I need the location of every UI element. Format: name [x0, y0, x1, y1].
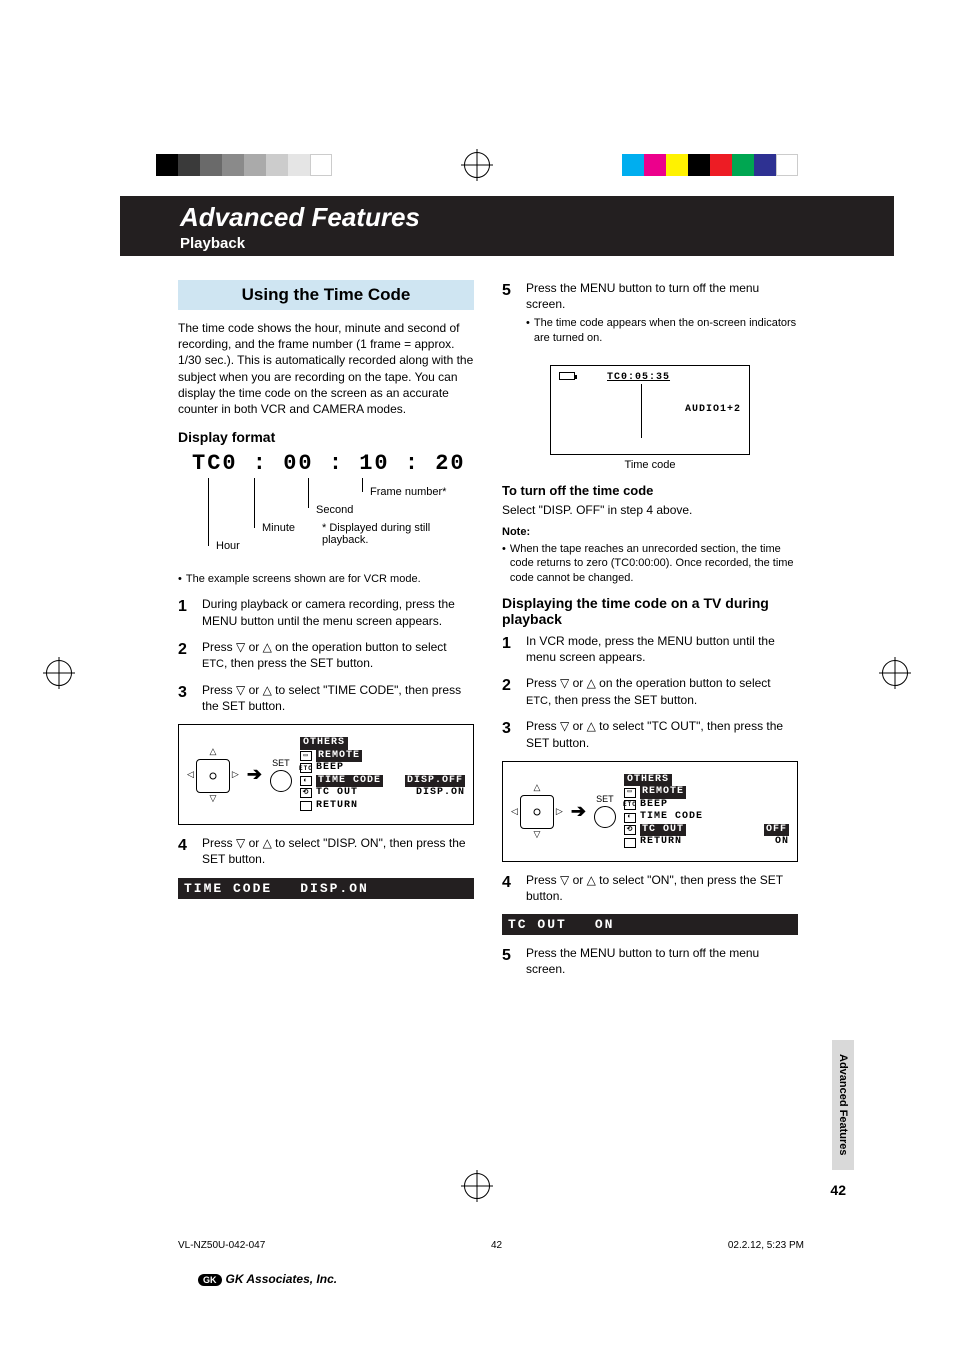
example-note: The example screens shown are for VCR mo… — [178, 572, 474, 586]
registration-mark — [464, 1173, 490, 1199]
chapter-subtitle: Playback — [180, 235, 894, 252]
step-text: Press ▽ or △ on the operation button to … — [526, 675, 798, 708]
result-strip-right: TC OUTON — [502, 914, 798, 935]
right-steps-top: 5 Press the MENU button to turn off the … — [502, 280, 798, 355]
set-button-icon: SET — [270, 758, 292, 792]
note-text: When the tape reaches an unrecorded sect… — [502, 542, 798, 585]
joypad-icon: △ ◁▷ ▽ — [511, 782, 563, 840]
step-text: Press ▽ or △ to select "ON", then press … — [526, 872, 798, 904]
screen-caption: Time code — [502, 459, 798, 471]
left-column: Using the Time Code The time code shows … — [178, 280, 474, 988]
step-text: Press ▽ or △ to select "DISP. ON", then … — [202, 835, 474, 867]
footer-page: 42 — [491, 1240, 502, 1251]
registration-mark — [464, 152, 490, 178]
arrow-icon: ➔ — [571, 801, 586, 822]
turn-off-heading: To turn off the time code — [502, 483, 798, 498]
note-heading: Note: — [502, 526, 798, 538]
screen-timecode: TC0:05:35 — [607, 372, 670, 383]
tv-heading: Displaying the time code on a TV during … — [502, 595, 798, 627]
page-number: 42 — [830, 1182, 846, 1198]
color-bar — [156, 154, 332, 176]
joypad-icon: △ ◁▷ ▽ — [187, 746, 239, 804]
right-steps-b: 1In VCR mode, press the MENU button unti… — [502, 633, 798, 751]
print-footer: VL-NZ50U-042-047 42 02.2.12, 5:23 PM — [178, 1240, 804, 1251]
step-text: In VCR mode, press the MENU button until… — [526, 633, 798, 665]
gk-logo: GKGK Associates, Inc. — [198, 1272, 337, 1286]
osd-menu: OTHERS ▭REMOTE ETCBEEP ◐TIME CODE ⟲TC OU… — [624, 774, 789, 849]
step-text: Press ▽ or △ to select "TC OUT", then pr… — [526, 718, 798, 750]
right-steps-b2: 4 Press ▽ or △ to select "ON", then pres… — [502, 872, 798, 904]
result-strip-left: TIME CODEDISP.ON — [178, 878, 474, 899]
battery-icon — [559, 372, 575, 380]
turn-off-text: Select "DISP. OFF" in step 4 above. — [502, 502, 798, 518]
timecode-sample: TC0 : 00 : 10 : 20 — [192, 451, 474, 476]
timecode-labels: Frame number* Second Minute Hour * Displ… — [192, 478, 474, 568]
section-title: Using the Time Code — [178, 280, 474, 310]
footer-timestamp: 02.2.12, 5:23 PM — [728, 1240, 804, 1251]
step-text: Press the MENU button to turn off the me… — [526, 945, 798, 977]
step-text: Press ▽ or △ to select "TIME CODE", then… — [202, 682, 474, 714]
left-steps-cont: 4 Press ▽ or △ to select "DISP. ON", the… — [178, 835, 474, 867]
color-bar — [622, 154, 798, 176]
right-column: 5 Press the MENU button to turn off the … — [502, 280, 798, 988]
osd-screenshot-left: △ ◁▷ ▽ ➔ SET OTHERS ▭REMOTE ETCBEEP ◐TIM… — [178, 724, 474, 825]
osd-screenshot-right: △ ◁▷ ▽ ➔ SET OTHERS ▭REMOTE ETCBEEP ◐TIM… — [502, 761, 798, 862]
osd-menu: OTHERS ▭REMOTE ETCBEEP ◐TIME CODEDISP.OF… — [300, 737, 465, 812]
registration-mark — [46, 660, 72, 686]
tv-screen-illustration: TC0:05:35 AUDIO1+2 — [550, 365, 750, 455]
left-steps: 1During playback or camera recording, pr… — [178, 596, 474, 714]
footer-file: VL-NZ50U-042-047 — [178, 1240, 265, 1251]
arrow-icon: ➔ — [247, 764, 262, 785]
step-text: Press the MENU button to turn off the me… — [526, 280, 798, 355]
chapter-header: Advanced Features Playback — [120, 196, 894, 256]
set-button-icon: SET — [594, 794, 616, 828]
right-steps-b3: 5Press the MENU button to turn off the m… — [502, 945, 798, 977]
screen-audio: AUDIO1+2 — [685, 404, 741, 415]
registration-mark — [882, 660, 908, 686]
step-text: Press ▽ or △ on the operation button to … — [202, 639, 474, 672]
display-format-heading: Display format — [178, 429, 474, 445]
chapter-title: Advanced Features — [180, 202, 894, 233]
intro-paragraph: The time code shows the hour, minute and… — [178, 320, 474, 417]
side-tab: Advanced Features — [832, 1040, 854, 1170]
step-text: During playback or camera recording, pre… — [202, 596, 474, 628]
